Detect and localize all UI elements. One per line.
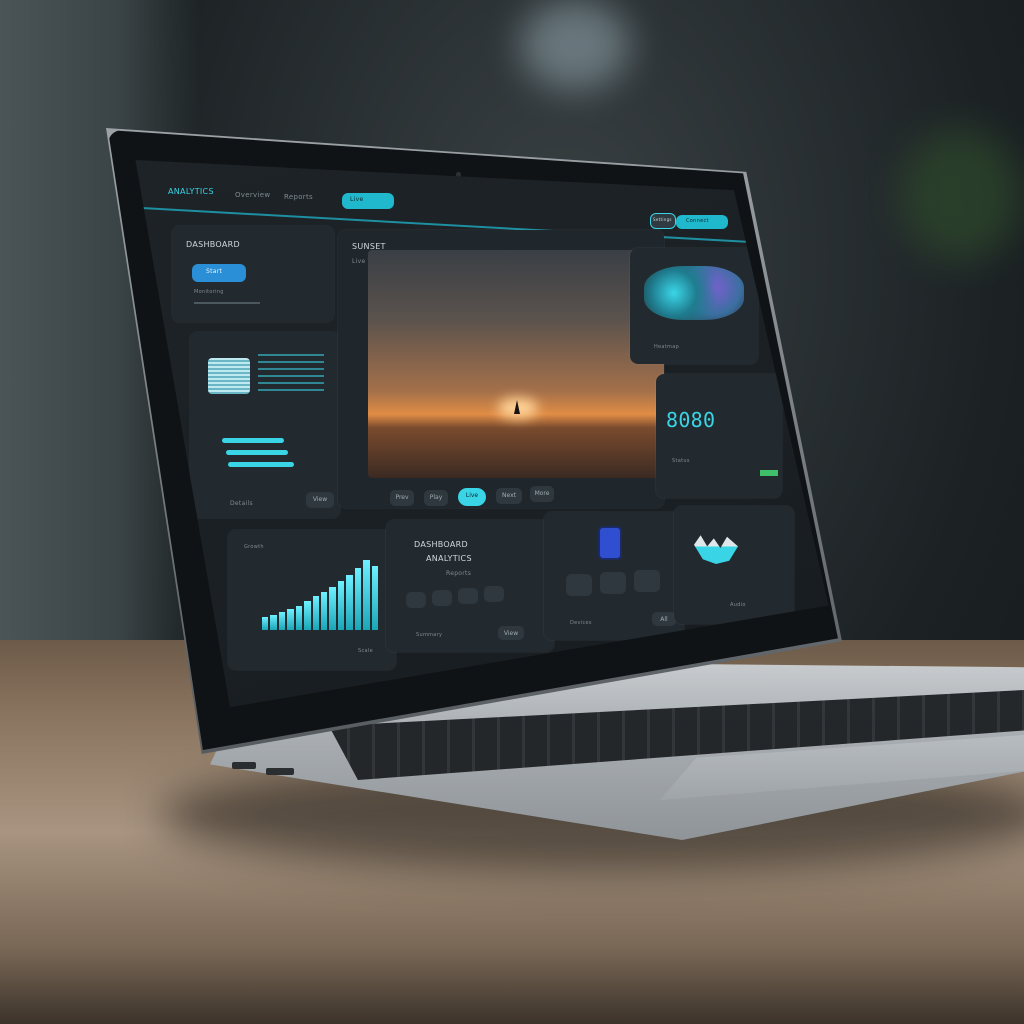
audio-caption: Audio bbox=[730, 602, 746, 608]
heatmap-caption: Heatmap bbox=[654, 344, 680, 350]
view-details-button[interactable]: View bbox=[306, 492, 334, 508]
device-chip-2[interactable] bbox=[600, 572, 626, 594]
media-panel: SUNSET Live View Prev Play Live Next Mor… bbox=[338, 230, 664, 508]
growth-chart-panel: Growth Scale bbox=[228, 530, 396, 670]
growth-bar bbox=[278, 611, 286, 630]
tab-live[interactable]: Live bbox=[342, 193, 394, 209]
settings-button[interactable]: Settings bbox=[650, 213, 676, 229]
summary-chip-1[interactable] bbox=[406, 592, 426, 608]
sunset-image bbox=[368, 250, 664, 478]
stats-bar-3 bbox=[228, 462, 294, 467]
settings-label: Settings bbox=[653, 217, 672, 222]
growth-bar bbox=[287, 609, 294, 630]
control-play-button[interactable]: Play bbox=[424, 490, 448, 506]
usb-port bbox=[266, 768, 294, 775]
growth-bar bbox=[304, 600, 311, 630]
heatmap-graphic bbox=[644, 266, 744, 320]
growth-bar bbox=[346, 575, 353, 630]
device-all-button[interactable]: All bbox=[652, 612, 676, 626]
summary-view-button[interactable]: View bbox=[498, 626, 524, 640]
monitoring-caption: Monitoring bbox=[194, 289, 224, 295]
server-icon bbox=[208, 358, 250, 394]
start-label: Start bbox=[206, 268, 223, 275]
growth-bar bbox=[295, 605, 303, 630]
summary-chip-3[interactable] bbox=[458, 588, 478, 604]
summary-line-3: Reports bbox=[446, 570, 472, 577]
background-plant bbox=[900, 130, 1020, 260]
device-panel: Devices All bbox=[544, 512, 684, 640]
growth-bar bbox=[337, 581, 345, 630]
connect-label: Connect bbox=[686, 218, 709, 224]
summary-panel: DASHBOARD ANALYTICS Reports Summary View bbox=[386, 520, 554, 652]
control-more-button[interactable]: More bbox=[530, 486, 554, 502]
stats-panel: Details View bbox=[190, 332, 340, 518]
summary-line-1: DASHBOARD bbox=[414, 540, 468, 549]
device-chip-1[interactable] bbox=[566, 574, 592, 596]
heatmap-panel: Heatmap bbox=[630, 248, 758, 364]
nav-item-overview[interactable]: Overview bbox=[235, 191, 270, 199]
details-label: Details bbox=[230, 500, 253, 507]
control-prev-button[interactable]: Prev bbox=[390, 490, 414, 506]
growth-bar bbox=[312, 596, 319, 630]
audio-panel: Audio bbox=[674, 506, 794, 624]
progress-line bbox=[194, 302, 260, 304]
device-chip-3[interactable] bbox=[634, 570, 660, 592]
growth-bar bbox=[363, 560, 370, 630]
usb-port bbox=[232, 762, 256, 769]
brand-logo[interactable]: ANALYTICS bbox=[168, 187, 214, 196]
growth-bar bbox=[329, 586, 336, 630]
control-live-button[interactable]: Live bbox=[458, 488, 486, 506]
growth-bar bbox=[321, 591, 328, 630]
stats-bar-2 bbox=[226, 450, 288, 455]
dashboard-title: DASHBOARD bbox=[186, 240, 240, 249]
background-light bbox=[520, 0, 630, 90]
growth-bar bbox=[262, 617, 269, 630]
device-icon[interactable] bbox=[600, 528, 620, 558]
chart-footer: Scale bbox=[358, 648, 373, 654]
summary-footer: Summary bbox=[416, 632, 443, 638]
summary-chip-4[interactable] bbox=[484, 586, 504, 602]
growth-bar bbox=[270, 614, 277, 630]
status-indicator bbox=[760, 470, 778, 476]
connect-button[interactable]: Connect bbox=[676, 215, 728, 229]
growth-bar bbox=[354, 568, 362, 630]
nav-item-reports[interactable]: Reports bbox=[284, 193, 313, 201]
metric-value: 8080 bbox=[666, 408, 716, 432]
growth-bars bbox=[262, 560, 378, 630]
data-lines bbox=[258, 354, 324, 396]
chart-title: Growth bbox=[244, 544, 264, 550]
waveform-graphic bbox=[694, 535, 738, 564]
dashboard-panel: DASHBOARD Start Monitoring bbox=[172, 226, 334, 322]
control-next-button[interactable]: Next bbox=[496, 488, 522, 504]
tab-live-label: Live bbox=[350, 196, 364, 203]
device-footer: Devices bbox=[570, 620, 592, 626]
summary-line-2: ANALYTICS bbox=[426, 554, 472, 563]
metric-label: Status bbox=[672, 458, 690, 464]
summary-chip-2[interactable] bbox=[432, 590, 452, 606]
stats-bar-1 bbox=[222, 438, 284, 443]
growth-bar bbox=[371, 565, 378, 630]
metric-panel: 8080 Status bbox=[656, 374, 782, 498]
